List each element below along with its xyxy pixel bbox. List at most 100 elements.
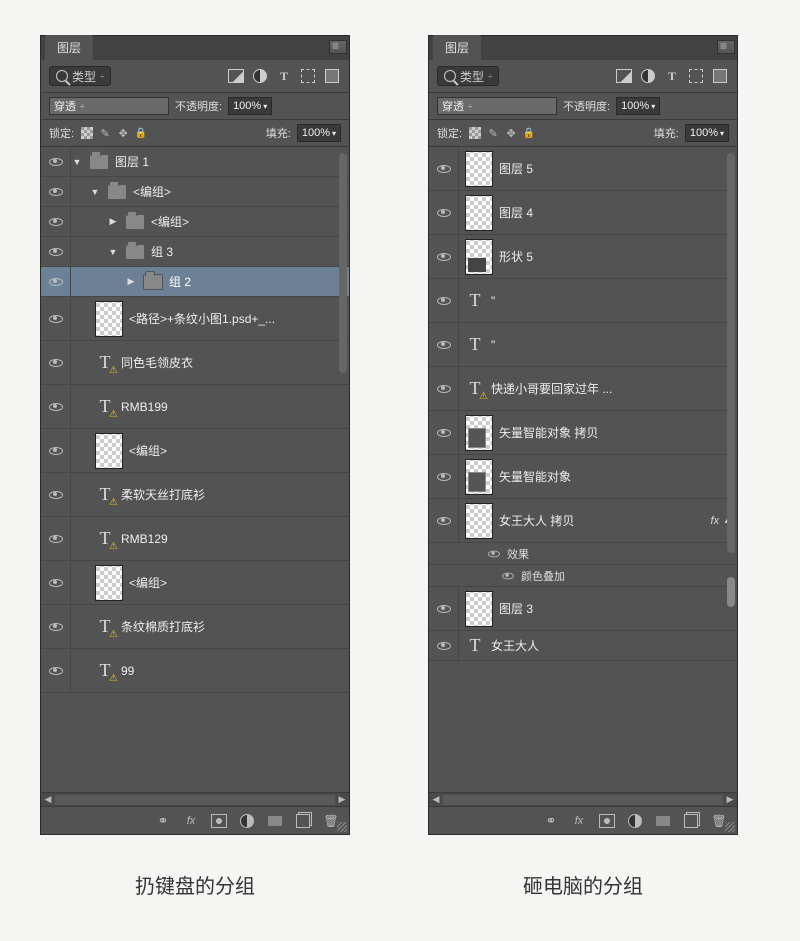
scrollbar-thumb[interactable] — [727, 577, 735, 607]
opacity-input[interactable]: 100% ▾ — [616, 97, 660, 115]
scrollbar-track[interactable] — [443, 795, 723, 805]
scroll-right-icon[interactable]: ▶ — [335, 794, 349, 805]
layer-list[interactable]: 图层 5图层 4形状 5""快递小哥要回家过年 ...矢量智能对象 拷贝矢量智能… — [429, 147, 737, 661]
eye-icon[interactable] — [488, 550, 500, 557]
layer-style-icon[interactable] — [183, 813, 199, 829]
scroll-left-icon[interactable]: ◀ — [429, 794, 443, 805]
lock-pixels-icon[interactable] — [486, 126, 500, 140]
new-layer-icon[interactable] — [683, 813, 699, 829]
effects-header[interactable]: 效果 — [429, 543, 737, 565]
filter-pixel-icon[interactable] — [615, 67, 633, 85]
visibility-toggle[interactable] — [429, 191, 459, 234]
adjustment-layer-icon[interactable] — [239, 813, 255, 829]
collapse-icon[interactable]: ▼ — [89, 187, 101, 197]
opacity-input[interactable]: 100% ▾ — [228, 97, 272, 115]
layer-row[interactable]: RMB199 — [41, 385, 349, 429]
new-group-icon[interactable] — [267, 813, 283, 829]
visibility-toggle[interactable] — [41, 561, 71, 604]
visibility-toggle[interactable] — [429, 499, 459, 542]
new-group-icon[interactable] — [655, 813, 671, 829]
filter-text-icon[interactable] — [663, 67, 681, 85]
scrollbar-thumb[interactable] — [339, 153, 347, 373]
visibility-toggle[interactable] — [429, 367, 459, 410]
lock-position-icon[interactable] — [504, 126, 518, 140]
layer-name[interactable]: 同色毛领皮衣 — [121, 354, 343, 371]
layer-row[interactable]: ▶ <编组> — [41, 207, 349, 237]
visibility-toggle[interactable] — [429, 411, 459, 454]
filter-dropdown[interactable]: 类型 ÷ — [49, 66, 111, 86]
layer-row[interactable]: " — [429, 279, 737, 323]
blend-mode-dropdown[interactable]: 穿透 ÷ — [49, 97, 169, 115]
visibility-toggle[interactable] — [41, 147, 71, 176]
horizontal-scrollbar[interactable]: ◀ ▶ — [41, 792, 349, 806]
visibility-toggle[interactable] — [41, 473, 71, 516]
layer-name[interactable]: 柔软天丝打底衫 — [121, 486, 343, 503]
visibility-toggle[interactable] — [41, 237, 71, 266]
layer-name[interactable]: 快递小哥要回家过年 ... — [491, 380, 731, 397]
visibility-toggle[interactable] — [41, 267, 71, 296]
layer-mask-icon[interactable] — [599, 813, 615, 829]
effect-item[interactable]: 颜色叠加 — [429, 565, 737, 587]
layer-name[interactable]: 矢量智能对象 — [499, 468, 731, 485]
layer-row[interactable]: <编组> — [41, 561, 349, 605]
layer-row[interactable]: <编组> — [41, 429, 349, 473]
filter-adjustment-icon[interactable] — [251, 67, 269, 85]
layer-name[interactable]: 99 — [121, 664, 343, 678]
visibility-toggle[interactable] — [429, 631, 459, 660]
panel-menu-icon[interactable] — [329, 40, 347, 54]
resize-grip-icon[interactable] — [337, 822, 347, 832]
collapse-icon[interactable]: ▼ — [107, 247, 119, 257]
adjustment-layer-icon[interactable] — [627, 813, 643, 829]
layer-name[interactable]: <编组> — [129, 442, 343, 459]
layer-row[interactable]: 矢量智能对象 — [429, 455, 737, 499]
visibility-toggle[interactable] — [429, 279, 459, 322]
layer-name[interactable]: " — [491, 294, 731, 308]
blend-mode-dropdown[interactable]: 穿透 ÷ — [437, 97, 557, 115]
layer-row[interactable]: ▼ 组 3 — [41, 237, 349, 267]
scroll-right-icon[interactable]: ▶ — [723, 794, 737, 805]
layer-name[interactable]: <编组> — [151, 213, 343, 230]
visibility-toggle[interactable] — [41, 297, 71, 340]
expand-icon[interactable]: ▶ — [107, 216, 119, 227]
layer-name[interactable]: 女王大人 — [491, 637, 731, 654]
visibility-toggle[interactable] — [41, 605, 71, 648]
layer-name[interactable]: 组 2 — [169, 273, 343, 290]
visibility-toggle[interactable] — [41, 385, 71, 428]
horizontal-scrollbar[interactable]: ◀ ▶ — [429, 792, 737, 806]
layer-name[interactable]: RMB129 — [121, 532, 343, 546]
scrollbar-track[interactable] — [55, 795, 335, 805]
layer-name[interactable]: " — [491, 338, 731, 352]
layer-name[interactable]: <路径>+条纹小图1.psd+_... — [129, 310, 343, 327]
filter-shape-icon[interactable] — [687, 67, 705, 85]
layer-style-icon[interactable] — [571, 813, 587, 829]
lock-all-icon[interactable] — [134, 126, 148, 140]
filter-dropdown[interactable]: 类型 ÷ — [437, 66, 499, 86]
layer-mask-icon[interactable] — [211, 813, 227, 829]
lock-all-icon[interactable] — [522, 126, 536, 140]
new-layer-icon[interactable] — [295, 813, 311, 829]
filter-smartobj-icon[interactable] — [711, 67, 729, 85]
eye-icon[interactable] — [502, 572, 514, 579]
layer-name[interactable]: 组 3 — [151, 243, 343, 260]
lock-transparency-icon[interactable] — [80, 126, 94, 140]
visibility-toggle[interactable] — [41, 177, 71, 206]
layer-row[interactable]: 快递小哥要回家过年 ... — [429, 367, 737, 411]
layers-tab[interactable]: 图层 — [433, 35, 481, 60]
layer-row[interactable]: ▶ 组 2 — [41, 267, 349, 297]
scroll-left-icon[interactable]: ◀ — [41, 794, 55, 805]
layer-name[interactable]: 女王大人 拷贝 — [499, 512, 711, 529]
layer-name[interactable]: <编组> — [129, 574, 343, 591]
link-layers-icon[interactable] — [155, 813, 171, 829]
layer-name[interactable]: 图层 1 — [115, 153, 343, 170]
layer-row[interactable]: 图层 4 — [429, 191, 737, 235]
visibility-toggle[interactable] — [429, 235, 459, 278]
expand-icon[interactable]: ▶ — [125, 276, 137, 287]
visibility-toggle[interactable] — [429, 147, 459, 190]
layer-row[interactable]: " — [429, 323, 737, 367]
fx-badge[interactable]: fx — [711, 515, 720, 527]
layer-name[interactable]: 条纹棉质打底衫 — [121, 618, 343, 635]
link-layers-icon[interactable] — [543, 813, 559, 829]
layer-row[interactable]: 条纹棉质打底衫 — [41, 605, 349, 649]
layer-row[interactable]: 柔软天丝打底衫 — [41, 473, 349, 517]
layer-row[interactable]: 同色毛领皮衣 — [41, 341, 349, 385]
